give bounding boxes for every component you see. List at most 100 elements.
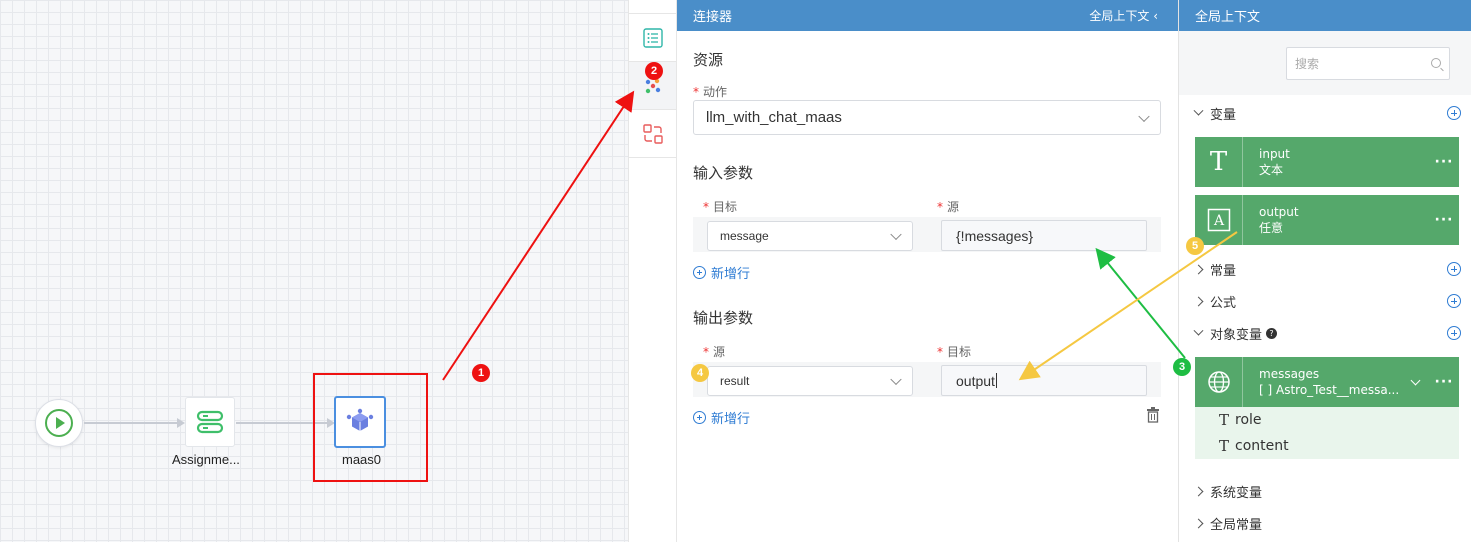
- help-icon[interactable]: ?: [1266, 327, 1278, 339]
- context-header: 全局上下文: [1179, 0, 1471, 31]
- plus-circle-icon: [693, 411, 706, 424]
- flow-canvas[interactable]: Assignme... maas0 1: [0, 0, 628, 542]
- annotation-badge-4: 4: [691, 364, 709, 382]
- output-target-value: output: [956, 372, 995, 389]
- group-variables[interactable]: 变量: [1193, 103, 1461, 123]
- output-target-header: * 目标: [937, 345, 972, 359]
- group-formulas[interactable]: 公式: [1193, 291, 1461, 311]
- search-icon: [1431, 58, 1441, 68]
- more-icon[interactable]: ···: [1429, 154, 1459, 170]
- variable-card-output[interactable]: A output 任意 ···: [1195, 195, 1459, 245]
- input-add-row-button[interactable]: 新增行: [693, 263, 750, 282]
- field-item-role[interactable]: Trole: [1195, 407, 1459, 433]
- globe-icon: [1195, 357, 1243, 407]
- rail-list-button[interactable]: [629, 14, 676, 62]
- edge-arrowhead: [177, 418, 185, 428]
- search-input[interactable]: 搜索: [1286, 47, 1450, 80]
- chevron-down-icon: [1193, 325, 1204, 336]
- svg-text:A: A: [1212, 213, 1224, 229]
- tool-rail: 2: [628, 0, 677, 542]
- variable-card-input[interactable]: T input 文本 ···: [1195, 137, 1459, 187]
- group-global-constants-label: 全局常量: [1210, 517, 1263, 533]
- group-formulas-label: 公式: [1210, 295, 1237, 311]
- object-fields-list: Trole Tcontent: [1195, 407, 1459, 459]
- input-source-header: * 源: [937, 200, 960, 214]
- annotation-badge-2: 2: [645, 62, 663, 80]
- edge-start-assign: [84, 422, 178, 424]
- group-system-variables[interactable]: 系统变量: [1193, 481, 1461, 501]
- group-object-variables-label: 对象变量: [1210, 327, 1263, 343]
- chevron-down-icon[interactable]: [1410, 375, 1421, 385]
- object-variable-card-messages[interactable]: messages [ ] Astro_Test__messa... ···: [1195, 357, 1459, 407]
- context-search-bar: 搜索: [1179, 31, 1471, 95]
- add-variable-icon[interactable]: [1447, 106, 1461, 120]
- input-source-field[interactable]: {!messages}: [941, 220, 1147, 251]
- add-constant-icon[interactable]: [1447, 262, 1461, 276]
- group-object-variables[interactable]: 对象变量 ?: [1193, 323, 1461, 343]
- global-context-toggle[interactable]: 全局上下文 ‹: [1089, 7, 1158, 24]
- group-system-variables-label: 系统变量: [1210, 485, 1263, 501]
- highlight-box: [313, 373, 428, 482]
- annotation-badge-5: 5: [1186, 237, 1204, 255]
- add-row-label: 新增行: [711, 267, 751, 282]
- annotation-badge-3: 3: [1173, 358, 1191, 376]
- output-target-field[interactable]: output: [941, 365, 1147, 396]
- action-label: * 动作: [693, 85, 728, 99]
- chevron-down-icon: [1193, 105, 1204, 116]
- resource-section-title: 资源: [693, 51, 724, 69]
- action-select-value: llm_with_chat_maas: [706, 109, 842, 126]
- input-target-header: * 目标: [703, 200, 738, 214]
- assignment-icon: [196, 410, 224, 434]
- field-name: role: [1235, 412, 1262, 428]
- chevron-right-icon: [1193, 486, 1204, 496]
- group-variables-label: 变量: [1210, 107, 1237, 123]
- list-icon: [642, 27, 663, 48]
- global-context-panel: 全局上下文 搜索 变量 T input 文本 ··· A output 任意 ·…: [1173, 0, 1471, 542]
- assignment-node[interactable]: [185, 397, 235, 447]
- input-target-select[interactable]: message: [707, 221, 913, 251]
- assignment-node-label: Assignme...: [172, 452, 240, 467]
- chevron-right-icon: [1193, 264, 1204, 274]
- text-icon: T: [1195, 137, 1243, 187]
- variable-name: output: [1259, 205, 1299, 219]
- input-params-title: 输入参数: [693, 164, 754, 182]
- input-source-value: {!messages}: [956, 227, 1034, 244]
- connector-header: 连接器 全局上下文 ‹: [677, 0, 1178, 31]
- rail-swap-button[interactable]: [629, 110, 676, 158]
- add-object-variable-icon[interactable]: [1447, 326, 1461, 340]
- text-cursor: [995, 373, 997, 388]
- group-global-constants[interactable]: 全局常量: [1193, 513, 1461, 533]
- annotation-badge-1: 1: [472, 364, 490, 382]
- add-formula-icon[interactable]: [1447, 294, 1461, 308]
- group-constants-label: 常量: [1210, 263, 1237, 279]
- add-row-label: 新增行: [711, 412, 751, 427]
- swap-icon: [642, 123, 663, 144]
- chevron-down-icon: [1138, 110, 1150, 122]
- output-source-select[interactable]: result: [707, 366, 913, 396]
- connector-title: 连接器: [693, 10, 733, 25]
- connector-panel: 连接器 全局上下文 ‹ 资源 * 动作 llm_with_chat_maas 输入…: [677, 0, 1178, 542]
- start-node[interactable]: [35, 399, 83, 447]
- variable-type: 任意: [1259, 221, 1284, 235]
- object-variable-type: [ ] Astro_Test__messa...: [1259, 383, 1400, 397]
- plus-circle-icon: [693, 266, 706, 279]
- text-icon: T: [1219, 437, 1230, 455]
- output-params-title: 输出参数: [693, 309, 754, 327]
- any-icon: A: [1195, 195, 1243, 245]
- field-item-content[interactable]: Tcontent: [1195, 433, 1459, 459]
- output-add-row-button[interactable]: 新增行: [693, 408, 750, 427]
- chevron-down-icon: [890, 373, 902, 386]
- chevron-down-icon: [890, 228, 902, 241]
- trash-icon[interactable]: [1146, 407, 1160, 423]
- chevron-right-icon: [1193, 518, 1204, 528]
- action-select[interactable]: llm_with_chat_maas: [693, 100, 1161, 135]
- input-target-value: message: [720, 229, 769, 243]
- variable-type: 文本: [1259, 163, 1284, 177]
- object-variable-name: messages: [1259, 367, 1320, 381]
- field-name: content: [1235, 438, 1289, 454]
- more-icon[interactable]: ···: [1429, 212, 1459, 228]
- group-constants[interactable]: 常量: [1193, 259, 1461, 279]
- more-icon[interactable]: ···: [1429, 374, 1459, 390]
- play-icon: [45, 409, 73, 437]
- output-source-value: result: [720, 374, 750, 388]
